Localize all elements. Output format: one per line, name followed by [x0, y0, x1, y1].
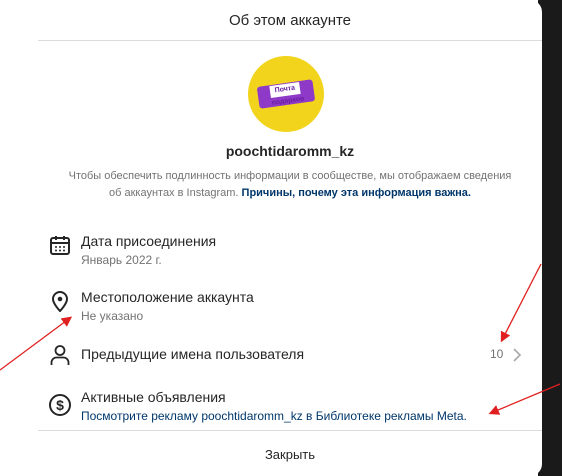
- row-subtitle: Не указано: [81, 309, 144, 323]
- ads-library-link[interactable]: Посмотрите рекламу poochtidaromm_kz в Би…: [81, 409, 467, 423]
- person-icon: [50, 345, 70, 365]
- calendar-icon: [50, 236, 70, 255]
- info-text-block: Чтобы обеспечить подлинность информации …: [64, 168, 516, 202]
- location-pin-icon: [52, 291, 68, 312]
- close-button[interactable]: Закрыть: [38, 430, 542, 476]
- row-title: Предыдущие имена пользователя: [81, 346, 305, 362]
- about-account-dialog: Об этом аккаунте Почта подарков poochtid…: [38, 0, 542, 476]
- svg-text:$: $: [56, 397, 64, 413]
- avatar-image: Почта подарков: [248, 56, 324, 132]
- profile-avatar[interactable]: Почта подарков: [248, 56, 324, 132]
- row-title: Активные объявления: [81, 389, 226, 405]
- row-subtitle: Январь 2022 г.: [81, 253, 162, 267]
- row-account-location: Местоположение аккаунта Не указано: [48, 289, 528, 325]
- row-title: Дата присоединения: [81, 233, 217, 249]
- dialog-header: Об этом аккаунте: [38, 0, 542, 41]
- row-date-joined: Дата присоединения Январь 2022 г.: [48, 233, 528, 269]
- row-active-ads: $ Активные объявления Посмотрите рекламу…: [48, 389, 528, 425]
- profile-username: poochtidaromm_kz: [225, 143, 355, 159]
- close-button-label: Закрыть: [264, 446, 316, 462]
- dollar-circle-icon: $: [49, 394, 71, 416]
- dialog-title: Об этом аккаунте: [228, 11, 352, 29]
- previous-usernames-count: 10: [490, 347, 504, 361]
- page-backdrop-left: [0, 0, 40, 476]
- row-previous-usernames[interactable]: Предыдущие имена пользователя 10: [48, 343, 528, 367]
- chevron-right-icon: [513, 348, 522, 362]
- info-link[interactable]: Причины, почему эта информация важна.: [242, 187, 471, 199]
- row-title: Местоположение аккаунта: [81, 289, 254, 305]
- avatar-logo: Почта подарков: [269, 81, 305, 107]
